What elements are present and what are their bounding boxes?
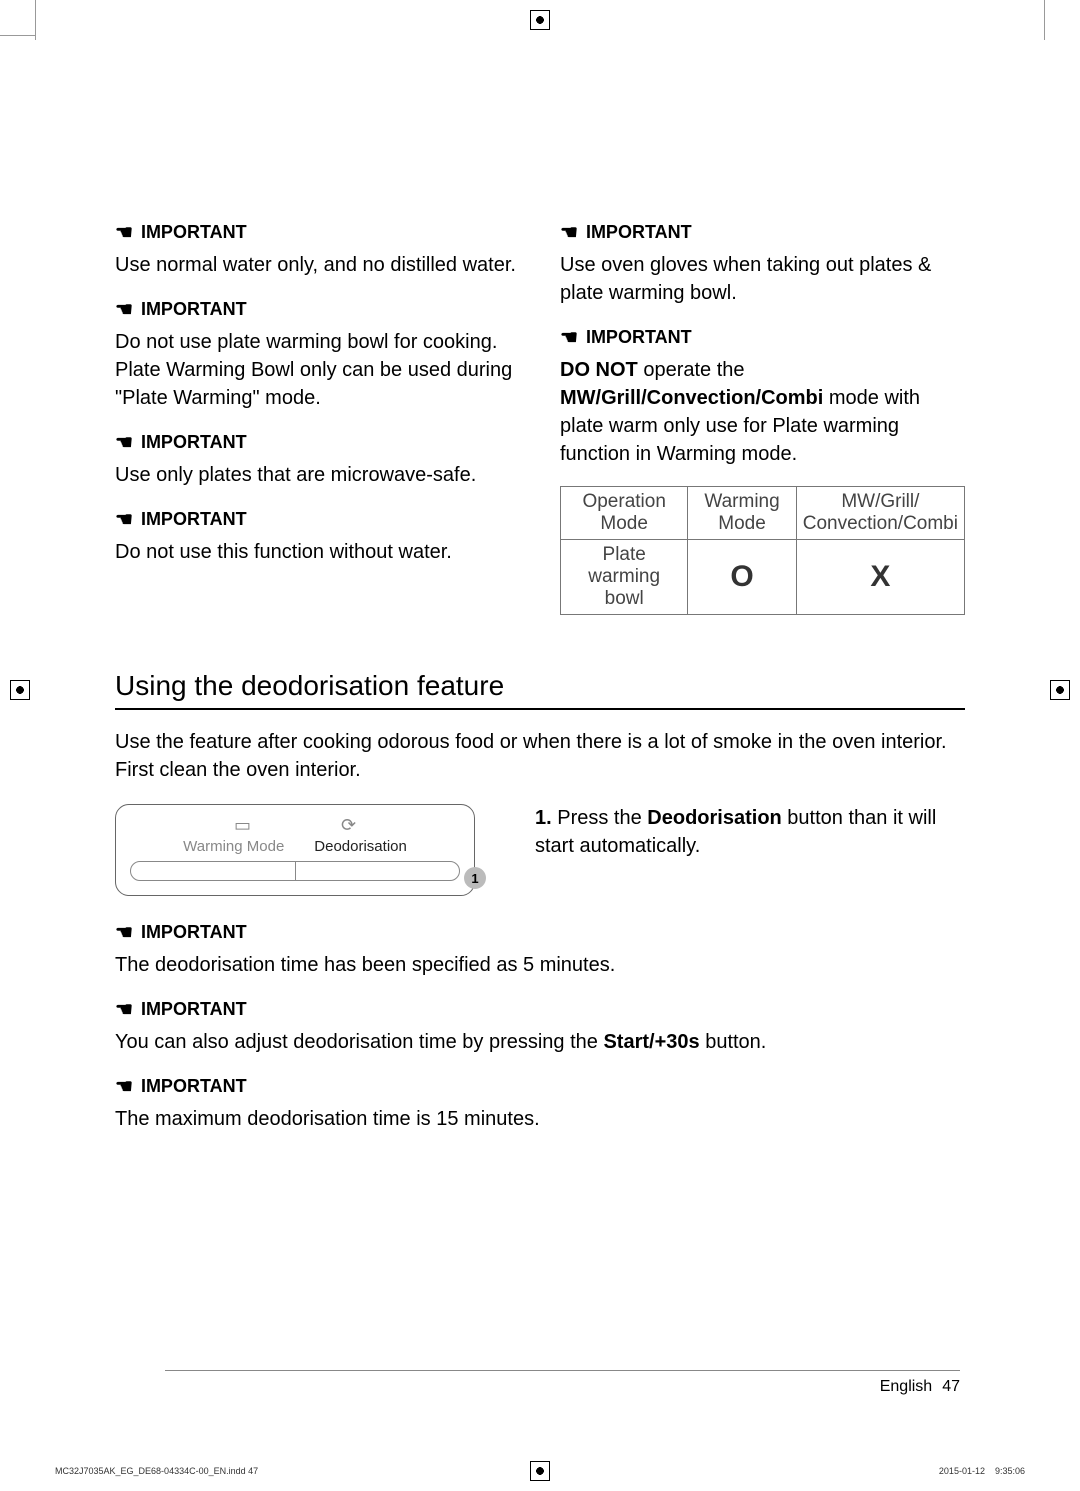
start-button-bold: Start/+30s [603,1031,699,1053]
pointer-icon: ☛ [115,220,133,245]
footer-language: English [880,1378,932,1396]
important-heading: ☛ IMPORTANT [560,220,965,245]
callout-number: 1 [464,867,486,889]
deodorisation-icon: ⟳ [341,815,356,836]
important-label: IMPORTANT [141,509,247,530]
important-heading: ☛ IMPORTANT [115,920,965,945]
important-heading: ☛ IMPORTANT [115,507,520,532]
page-content: ☛ IMPORTANT Use normal water only, and n… [50,40,1030,1451]
page-footer: English 47 [880,1378,960,1396]
important-text: The deodorisation time has been specifie… [115,951,965,979]
important-text: Do not use this function without water. [115,538,520,566]
important-text: Use only plates that are microwave-safe. [115,461,520,489]
important-heading: ☛ IMPORTANT [115,297,520,322]
crop-mark-left [10,680,30,700]
control-panel-diagram: ▭ ⟳ Warming Mode Deodorisation 1 [115,804,475,896]
table-cell: X [796,540,964,615]
important-heading: ☛ IMPORTANT [115,997,965,1022]
step-text: 1. Press the Deodorisation button than i… [535,804,965,860]
text: Press the [552,807,648,829]
right-column: ☛ IMPORTANT Use oven gloves when taking … [560,220,965,615]
trim-line [1044,0,1045,40]
important-heading: ☛ IMPORTANT [115,430,520,455]
control-dial [130,861,460,881]
important-label: IMPORTANT [141,1076,247,1097]
pointer-icon: ☛ [115,1074,133,1099]
footer-line [165,1370,960,1371]
trim-line [35,0,36,40]
section-intro: Use the feature after cooking odorous fo… [115,728,965,784]
control-label-warming: Warming Mode [183,838,284,855]
pointer-icon: ☛ [115,507,133,532]
table-header: Operation Mode [561,487,688,540]
footer-page-number: 47 [942,1378,960,1396]
important-label: IMPORTANT [141,999,247,1020]
text: operate the [638,359,745,381]
important-label: IMPORTANT [141,299,247,320]
important-label: IMPORTANT [141,222,247,243]
operation-table: Operation Mode Warming Mode MW/Grill/ Co… [560,486,965,615]
trim-line [0,35,35,36]
step-number: 1. [535,807,552,829]
important-text: Do not use plate warming bowl for cookin… [115,328,520,412]
mode-bold: MW/Grill/Convection/Combi [560,387,823,409]
pointer-icon: ☛ [560,325,578,350]
pointer-icon: ☛ [560,220,578,245]
text: button. [700,1031,767,1053]
print-meta-filename: MC32J7035AK_EG_DE68-04334C-00_EN.indd 47 [55,1466,258,1476]
important-heading: ☛ IMPORTANT [115,220,520,245]
table-row: Plate warming bowl O X [561,540,965,615]
pointer-icon: ☛ [115,430,133,455]
table-header: Warming Mode [688,487,796,540]
table-header: MW/Grill/ Convection/Combi [796,487,964,540]
do-not-bold: DO NOT [560,359,638,381]
important-text: You can also adjust deodorisation time b… [115,1028,965,1056]
control-label-deodorisation: Deodorisation [314,838,407,855]
important-label: IMPORTANT [141,432,247,453]
crop-mark-bottom [530,1461,550,1481]
important-text: Use normal water only, and no distilled … [115,251,520,279]
important-heading: ☛ IMPORTANT [115,1074,965,1099]
pointer-icon: ☛ [115,297,133,322]
section-title: Using the deodorisation feature [115,670,965,710]
pointer-icon: ☛ [115,920,133,945]
deodorisation-bold: Deodorisation [647,807,781,829]
table-cell: O [688,540,796,615]
important-text: DO NOT operate the MW/Grill/Convection/C… [560,356,965,468]
crop-mark-top [530,10,550,30]
left-column: ☛ IMPORTANT Use normal water only, and n… [115,220,520,615]
important-label: IMPORTANT [586,222,692,243]
important-text: The maximum deodorisation time is 15 min… [115,1105,965,1133]
important-label: IMPORTANT [586,327,692,348]
crop-mark-right [1050,680,1070,700]
warming-icon: ▭ [234,815,251,836]
pointer-icon: ☛ [115,997,133,1022]
table-row: Operation Mode Warming Mode MW/Grill/ Co… [561,487,965,540]
table-cell: Plate warming bowl [561,540,688,615]
important-label: IMPORTANT [141,922,247,943]
print-meta-date: 2015-01-12 9:35:06 [939,1466,1025,1476]
important-heading: ☛ IMPORTANT [560,325,965,350]
important-text: Use oven gloves when taking out plates &… [560,251,965,307]
text: You can also adjust deodorisation time b… [115,1031,603,1053]
